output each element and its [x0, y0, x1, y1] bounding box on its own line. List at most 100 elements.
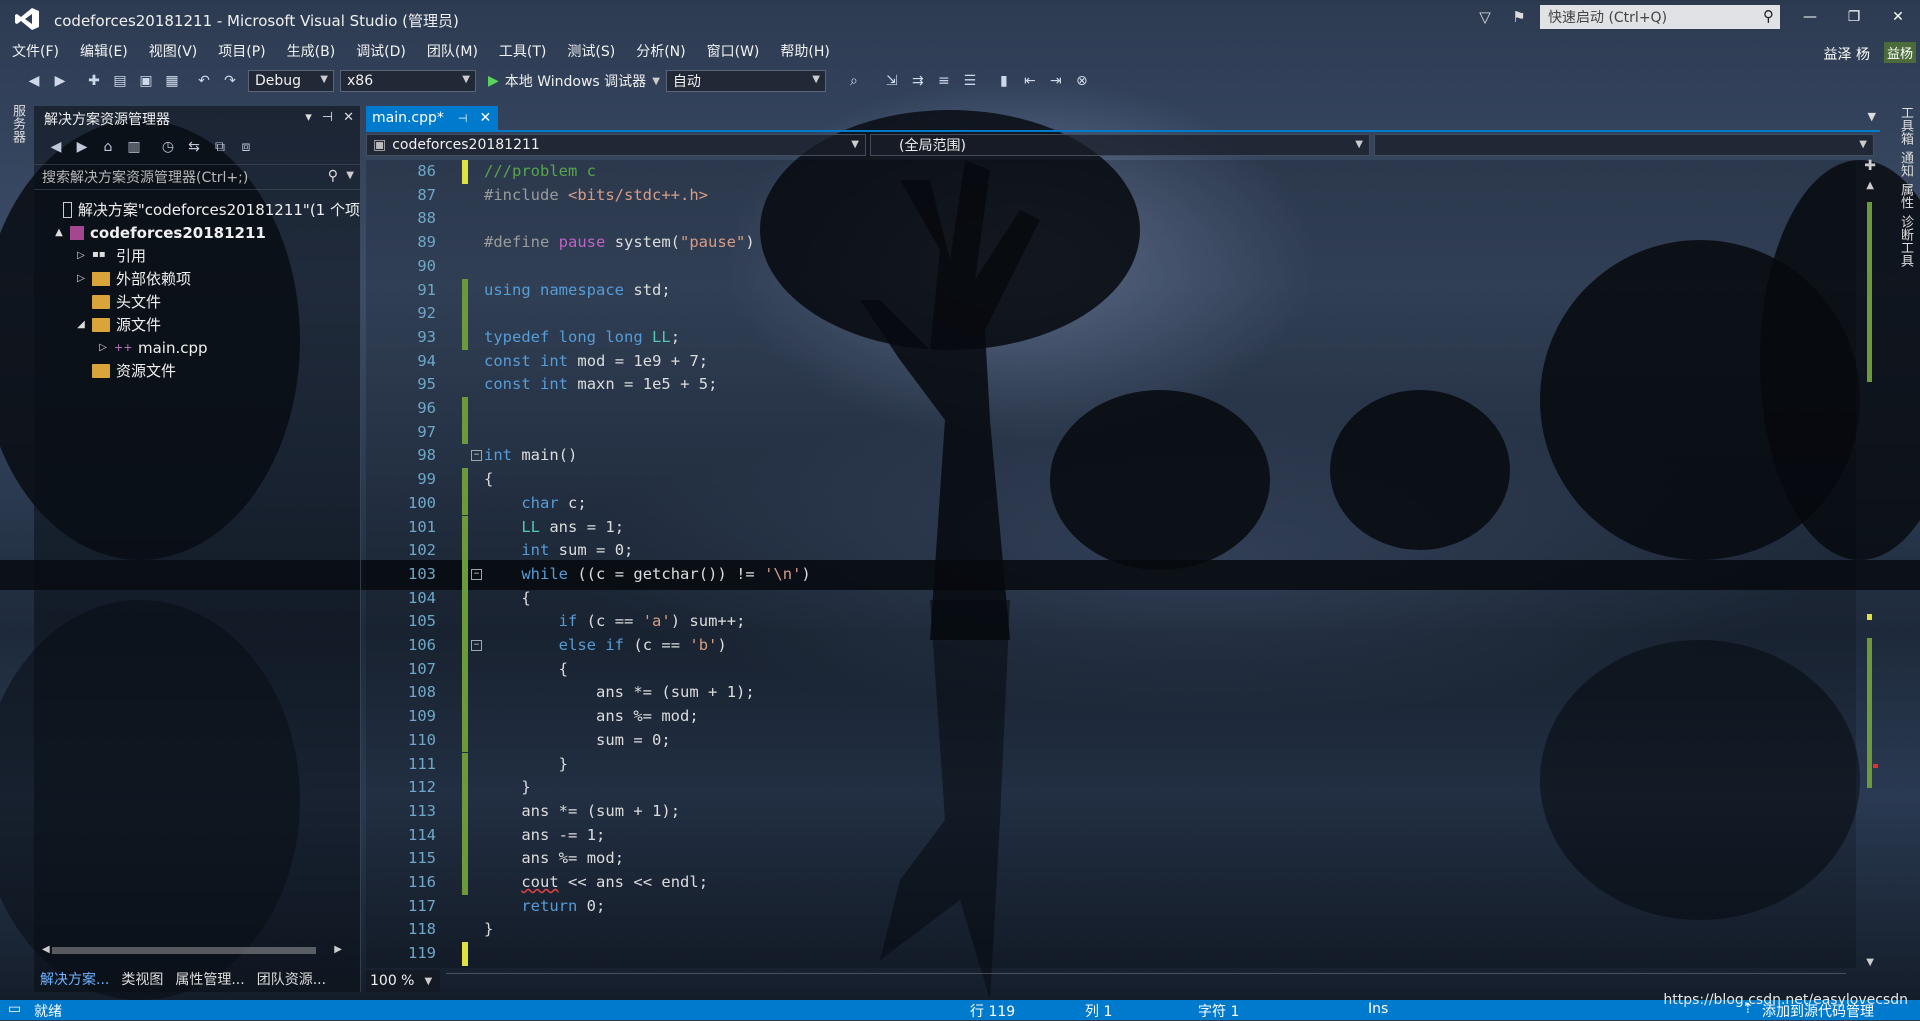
switch-views-icon[interactable]: ▥ — [122, 136, 146, 158]
tree-item[interactable]: ▷ ++ main.cpp — [34, 336, 360, 359]
scroll-right-icon[interactable]: ▶ — [334, 944, 342, 955]
solution-search-input[interactable]: 搜索解决方案资源管理器(Ctrl+;) ⚲ ▼ — [34, 164, 360, 190]
code-line[interactable]: 106 − else if (c == 'b') — [366, 634, 1856, 658]
code-line[interactable]: 93 typedef long long LL; — [366, 325, 1856, 350]
tab-solution-explorer[interactable]: 解决方案... — [34, 969, 115, 989]
menu-analyze[interactable]: 分析(N) — [624, 41, 694, 61]
code-line[interactable]: 97 — [366, 420, 1856, 445]
vertical-scrollbar[interactable]: ✚ ▲ ▼ — [1858, 158, 1880, 968]
collapse-region-icon[interactable]: − — [471, 568, 482, 580]
code-line[interactable]: 94 const int mod = 1e9 + 7; — [366, 350, 1856, 374]
collapse-region-icon[interactable]: − — [471, 640, 482, 651]
pending-changes-filter-icon[interactable]: ◷ — [156, 136, 180, 158]
tree-item[interactable]: ▲ codeforces20181211 — [34, 221, 360, 244]
code-line[interactable]: 109 ans %= mod; — [366, 705, 1856, 729]
code-line[interactable]: 112 } — [366, 776, 1856, 800]
code-line[interactable]: 101 LL ans = 1; — [366, 515, 1856, 540]
next-bookmark-icon[interactable]: ⇥ — [1044, 70, 1068, 92]
code-line[interactable]: 91 using namespace std; — [366, 278, 1856, 303]
tab-main-cpp[interactable]: main.cpp* ⊣ ✕ — [366, 106, 498, 130]
split-editor-icon[interactable]: ✚ — [1864, 158, 1876, 174]
editor-horizontal-scrollbar[interactable] — [446, 973, 1846, 988]
code-line[interactable]: 117 return 0; — [366, 895, 1856, 919]
navigate-back-icon[interactable]: ◀ — [22, 70, 46, 92]
server-explorer-tab[interactable]: 服务器 — [8, 104, 27, 143]
tree-item[interactable]: ▷ 外部依赖项 — [34, 267, 360, 290]
uncomment-icon[interactable]: ☰ — [958, 70, 982, 92]
code-line[interactable]: 119 — [366, 942, 1856, 966]
code-line[interactable]: 96 — [366, 397, 1856, 421]
back-icon[interactable]: ◀ — [44, 136, 68, 158]
horizontal-scrollbar[interactable]: ◀ ▶ — [42, 944, 342, 956]
code-line[interactable]: 102 int sum = 0; — [366, 539, 1856, 563]
code-line[interactable]: 113 ans *= (sum + 1); — [366, 799, 1856, 824]
document-list-dropdown-icon[interactable]: ▼ — [1868, 110, 1876, 123]
menu-window[interactable]: 窗口(W) — [695, 41, 769, 61]
scroll-up-icon[interactable]: ▲ — [1866, 180, 1874, 191]
code-line[interactable]: 100 char c; — [366, 491, 1856, 516]
sync-active-document-icon[interactable]: ⇆ — [182, 136, 206, 158]
forward-icon[interactable]: ▶ — [70, 136, 94, 158]
project-navigation-select[interactable]: ▣ codeforces20181211 ▼ — [366, 134, 866, 156]
comment-out-icon[interactable]: ≡ — [932, 70, 956, 92]
debug-target-select[interactable]: 自动 ▼ — [665, 70, 826, 92]
code-line[interactable]: 115 ans %= mod; — [366, 847, 1856, 871]
code-line[interactable]: 86 ///problem c — [366, 160, 1856, 184]
open-file-icon[interactable]: ▤ — [108, 70, 132, 92]
menu-view[interactable]: 视图(V) — [137, 41, 207, 61]
redo-icon[interactable]: ↷ — [218, 70, 242, 92]
toolbox-tab[interactable]: 工具箱 — [1896, 106, 1915, 145]
step-over-icon[interactable]: ⇉ — [906, 70, 930, 92]
scroll-thumb[interactable] — [52, 947, 316, 954]
scroll-left-icon[interactable]: ◀ — [42, 944, 50, 955]
code-line[interactable]: 107 { — [366, 657, 1856, 682]
restore-button[interactable]: ❐ — [1832, 0, 1876, 34]
code-line[interactable]: 99 { — [366, 468, 1856, 492]
code-line[interactable]: 89 #define pause system("pause") — [366, 231, 1856, 255]
tree-item[interactable]: ▷ ▪▪ 引用 — [34, 244, 360, 267]
dropdown-icon[interactable]: ▾ — [305, 110, 312, 125]
tab-class-view[interactable]: 类视图 — [115, 969, 169, 989]
tree-item[interactable]: ◢ 源文件 — [34, 313, 360, 336]
clear-bookmarks-icon[interactable]: ⊗ — [1070, 70, 1094, 92]
tab-property-manager[interactable]: 属性管理... — [169, 969, 250, 989]
user-avatar-badge[interactable]: 益杨 — [1883, 42, 1916, 63]
collapse-all-icon[interactable]: ⧉ — [208, 136, 232, 158]
code-line[interactable]: 114 ans -= 1; — [366, 823, 1856, 848]
code-line[interactable]: 111 } — [366, 752, 1856, 777]
code-line[interactable]: 95 const int maxn = 1e5 + 5; — [366, 373, 1856, 397]
save-icon[interactable]: ▣ — [134, 70, 158, 92]
expander-icon[interactable]: ▷ — [74, 250, 88, 261]
collapse-region-icon[interactable]: − — [471, 450, 482, 462]
code-line[interactable]: 90 — [366, 255, 1856, 279]
home-icon[interactable]: ⌂ — [96, 136, 120, 158]
pin-icon[interactable]: ⊣ — [322, 110, 333, 125]
quick-launch-input[interactable]: 快速启动 (Ctrl+Q) ⚲ — [1540, 5, 1780, 29]
close-tab-icon[interactable]: ✕ — [480, 110, 492, 126]
start-debugging-button[interactable]: ▶ 本地 Windows 调试器 ▼ — [488, 71, 660, 91]
save-all-icon[interactable]: ▦ — [160, 70, 184, 92]
code-line[interactable]: 98 − int main() — [366, 444, 1856, 468]
menu-tools[interactable]: 工具(T) — [487, 41, 555, 61]
diagnostic-tools-tab[interactable]: 诊断工具 — [1896, 215, 1915, 267]
solution-config-select[interactable]: Debug ▼ — [248, 70, 334, 92]
tree-item[interactable]: 资源文件 — [34, 359, 360, 382]
menu-test[interactable]: 测试(S) — [555, 41, 624, 61]
tree-item[interactable]: 头文件 — [34, 290, 360, 313]
menu-debug[interactable]: 调试(D) — [344, 41, 415, 61]
menu-project[interactable]: 项目(P) — [206, 41, 274, 61]
menu-build[interactable]: 生成(B) — [275, 41, 345, 61]
code-line[interactable]: 92 — [366, 302, 1856, 326]
platform-select[interactable]: x86 ▼ — [340, 70, 476, 92]
expander-icon[interactable]: ▲ — [52, 227, 66, 238]
scroll-down-icon[interactable]: ▼ — [1866, 957, 1874, 968]
bookmark-icon[interactable]: ▮ — [992, 70, 1016, 92]
notifications-icon[interactable]: ⚑ — [1506, 4, 1532, 30]
new-project-icon[interactable]: ✚ — [82, 70, 106, 92]
navigate-forward-icon[interactable]: ▶ — [48, 70, 72, 92]
find-in-files-icon[interactable]: ⌕ — [842, 70, 866, 92]
output-icon[interactable]: ▭ — [8, 1001, 21, 1017]
tree-item[interactable]: 解决方案"codeforces20181211"(1 个项 — [34, 198, 360, 221]
prev-bookmark-icon[interactable]: ⇤ — [1018, 70, 1042, 92]
code-line[interactable]: 88 — [366, 207, 1856, 231]
